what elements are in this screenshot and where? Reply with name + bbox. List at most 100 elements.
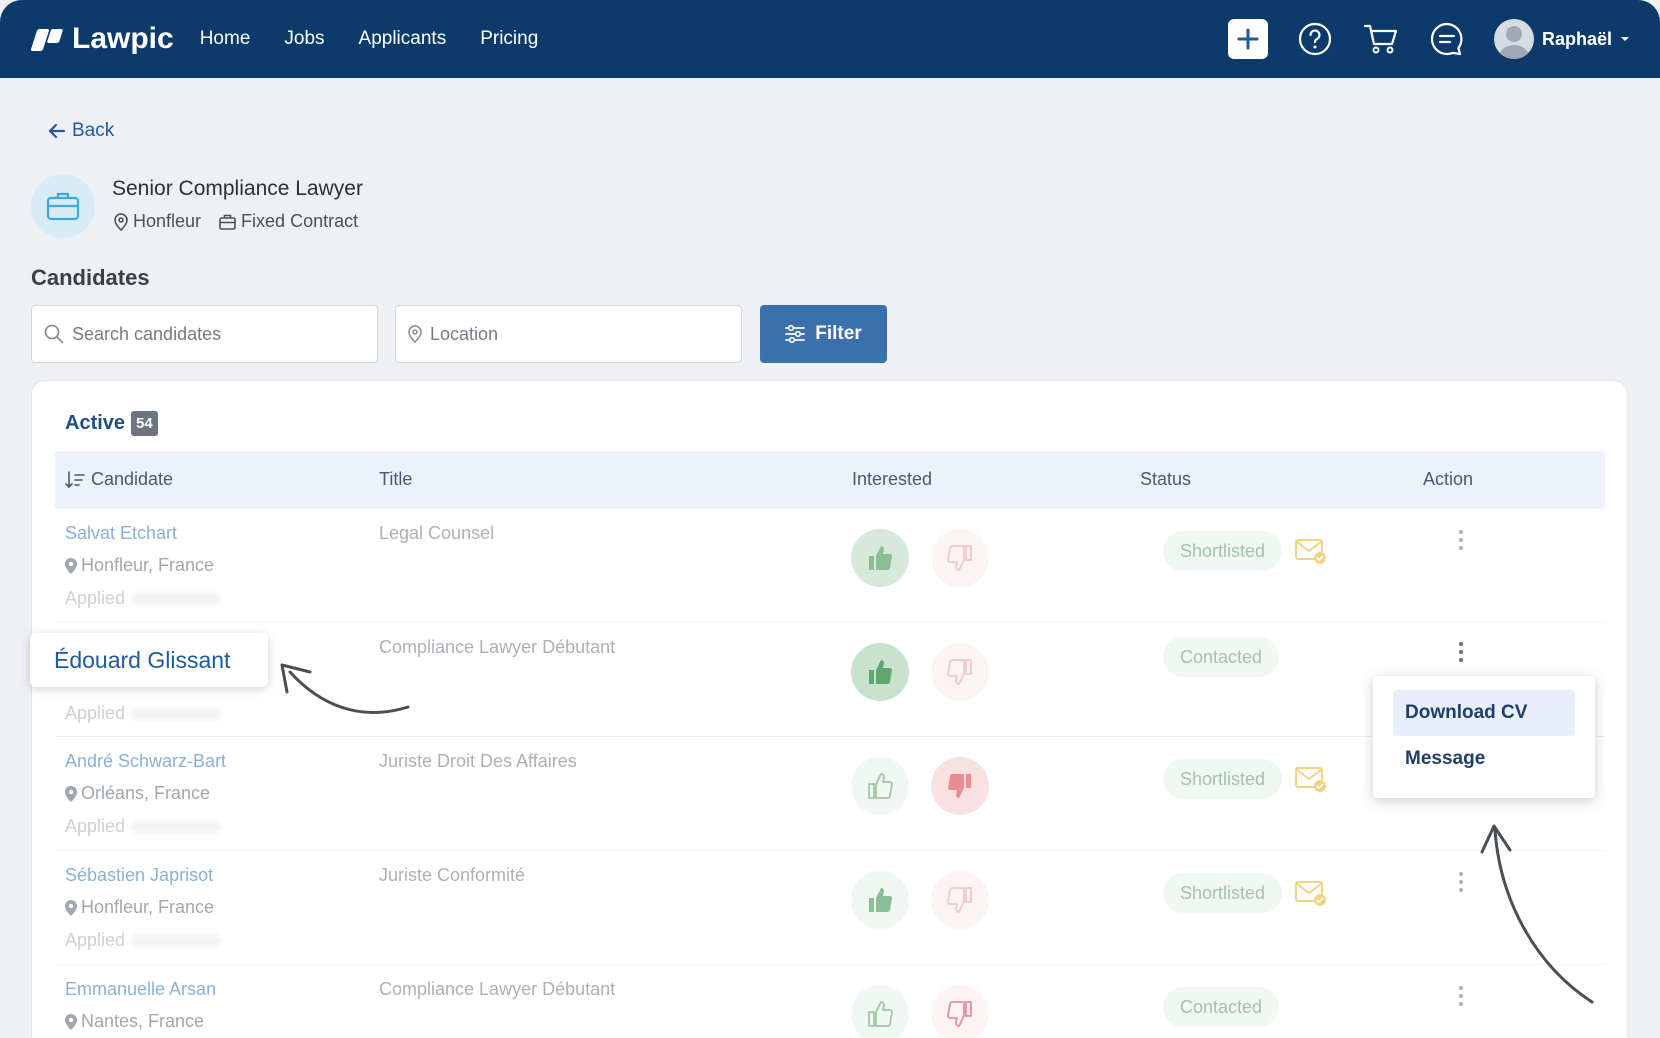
candidate-title: Compliance Lawyer Débutant [379,637,616,657]
applied-label: Applied [65,930,126,950]
candidate-applied: Applied [65,703,222,724]
pin-filled-icon [65,1013,77,1030]
job-meta: Honfleur Fixed Contract [114,211,358,232]
candidate-name[interactable]: Emmanuelle Arsan [65,979,216,1000]
candidate-location-text: Honfleur, France [81,555,215,575]
job-location: Honfleur [114,211,201,232]
arrow-left-icon [48,123,66,139]
thumbs-down-button[interactable] [931,757,989,815]
add-button[interactable] [1227,19,1268,59]
thumbs-down-button[interactable] [931,643,989,701]
help-icon [1298,22,1332,56]
table-row: Sébastien Japrisot Honfleur, France Appl… [55,851,1605,965]
row-actions-button[interactable] [1451,867,1471,897]
message-menu-item[interactable]: Message [1393,736,1575,782]
candidate-title: Juriste Droit Des Affaires [379,751,577,771]
mail-sent-icon [1295,765,1327,798]
row-actions-button[interactable] [1451,525,1471,555]
thumbs-down-outline-icon [947,659,972,685]
plus-icon [1237,28,1259,50]
nav-links: Home Jobs Applicants Pricing [200,28,539,50]
search-input[interactable]: Search candidates [31,305,378,363]
search-icon [44,324,64,344]
row-actions-button[interactable] [1451,981,1471,1011]
job-icon-badge [31,174,95,238]
user-menu[interactable]: Raphaël [1493,19,1630,59]
back-label: Back [72,120,115,141]
thumbs-down-filled-icon [947,773,971,798]
column-candidate[interactable]: Candidate [65,469,173,490]
candidate-name[interactable]: André Schwarz-Bart [65,751,226,772]
thumbs-up-outline-icon [868,1001,893,1027]
candidate-title: Legal Counsel [379,523,495,543]
tab-active[interactable]: Active 54 [65,411,158,436]
table-row: Salvat Etchart Honfleur, France Applied … [55,509,1605,623]
mail-sent-icon [1295,537,1327,570]
candidate-location: Honfleur, France [65,555,214,576]
nav-link-pricing[interactable]: Pricing [480,28,538,50]
job-location-text: Honfleur [133,211,202,231]
job-contract: Fixed Contract [219,211,358,232]
column-candidate-label: Candidate [91,469,174,489]
applied-label: Applied [65,816,126,836]
download-cv-menu-item[interactable]: Download CV [1393,690,1575,736]
candidate-location-text: Honfleur, France [81,897,215,917]
status-badge: Shortlisted [1163,873,1283,913]
location-pin-icon [408,325,422,343]
help-button[interactable] [1296,20,1334,58]
job-title: Senior Compliance Lawyer [112,177,363,200]
candidate-applied: Applied [65,588,222,609]
thumbs-down-button[interactable] [931,871,989,929]
thumbs-up-button[interactable] [851,529,909,587]
mail-sent-icon [1295,879,1327,912]
column-status: Status [1140,469,1192,489]
candidate-location-text: Nantes, France [81,1011,205,1031]
avatar [1493,19,1534,59]
thumbs-down-button[interactable] [931,529,989,587]
applied-date-redacted [131,821,222,834]
logo-mark-icon [30,26,64,52]
candidates-heading: Candidates [31,265,150,290]
row-action-menu: Download CV Message [1373,676,1595,798]
pin-filled-icon [65,899,77,916]
messages-button[interactable] [1428,20,1466,58]
candidate-location: Honfleur, France [65,897,214,918]
candidate-name[interactable]: Sébastien Japrisot [65,865,213,886]
pin-filled-icon [65,785,77,802]
status-badge: Contacted [1163,637,1280,677]
back-link[interactable]: Back [48,120,114,142]
sliders-icon [785,325,806,343]
thumbs-up-button[interactable] [851,871,909,929]
applied-date-redacted [131,593,222,606]
candidate-name[interactable]: Salvat Etchart [65,523,177,544]
cart-button[interactable] [1362,20,1400,58]
location-input[interactable]: Location [395,305,742,363]
nav-link-home[interactable]: Home [200,28,251,50]
nav-link-jobs[interactable]: Jobs [284,28,324,50]
map-pin-icon [114,212,128,231]
status-badge: Contacted [1163,987,1280,1027]
thumbs-up-outline-icon [868,773,893,799]
filter-button[interactable]: Filter [760,305,887,363]
candidate-title: Compliance Lawyer Débutant [379,979,616,999]
thumbs-up-button[interactable] [851,757,909,815]
brand-logo[interactable]: Lawpic [30,22,174,56]
candidate-location: Nantes, France [65,1011,204,1032]
nav-link-applicants[interactable]: Applicants [359,28,447,50]
location-placeholder: Location [430,323,499,344]
candidate-location-text: Orléans, France [81,783,211,803]
thumbs-up-button[interactable] [851,643,909,701]
thumbs-down-outline-icon [947,887,972,913]
applied-date-redacted [131,935,222,948]
column-interested: Interested [852,469,933,489]
thumbs-down-button[interactable] [931,985,989,1038]
candidate-applied: Applied [65,816,222,837]
applied-label: Applied [65,703,126,723]
highlighted-candidate-name[interactable]: Édouard Glissant [30,633,268,687]
thumbs-up-button[interactable] [851,985,909,1038]
table-row: Emmanuelle Arsan Nantes, France Complian… [55,965,1605,1038]
sort-icon [65,470,85,488]
column-title: Title [379,469,413,489]
top-navbar: Lawpic Home Jobs Applicants Pricing Raph… [0,0,1660,78]
row-actions-button[interactable] [1451,637,1471,667]
